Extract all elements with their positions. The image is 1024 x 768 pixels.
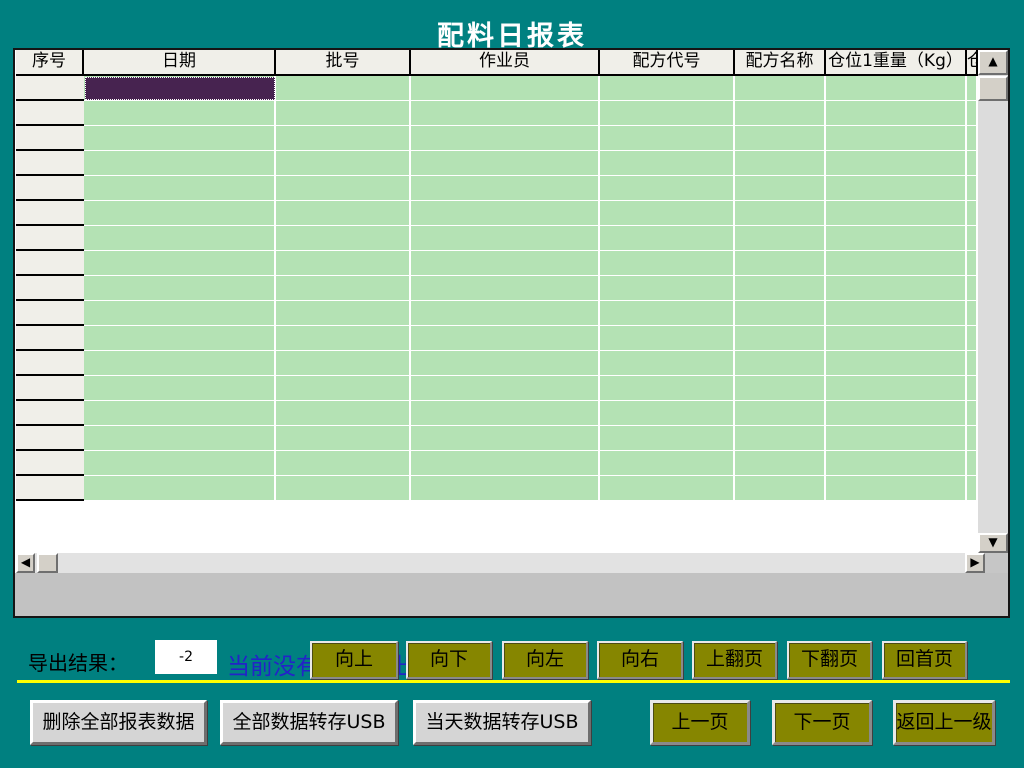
selected-cell[interactable] — [85, 77, 275, 100]
column-header: 序号 — [16, 50, 84, 76]
arrow-left-icon: ◀ — [21, 555, 30, 569]
column-header: 仓位1重量（Kg） — [826, 50, 967, 76]
table-footer-strip — [15, 573, 1008, 616]
export-result-label: 导出结果： — [28, 647, 128, 676]
column-header: 配方名称 — [735, 50, 826, 76]
column-header: 批号 — [276, 50, 411, 76]
scroll-down-button[interactable]: ▼ — [978, 533, 1008, 553]
arrow-right-icon: ▶ — [970, 555, 979, 569]
column-header: 配方代号 — [600, 50, 735, 76]
export-all-usb-button[interactable]: 全部数据转存USB — [220, 700, 398, 745]
page-up-button[interactable]: 上翻页 — [692, 641, 777, 679]
scrollbar-corner — [985, 553, 1008, 573]
horizontal-scrollbar[interactable]: ◀ ▶ — [16, 553, 985, 573]
column-header: 作业员 — [411, 50, 600, 76]
column-header: 仓 — [967, 50, 978, 76]
vertical-scrollbar[interactable]: ▲ ▼ — [978, 50, 1008, 553]
arrow-down-icon: ▼ — [988, 535, 997, 549]
move-up-button[interactable]: 向上 — [310, 641, 398, 679]
export-result-value: -2 — [155, 640, 217, 674]
move-right-button[interactable]: 向右 — [597, 641, 683, 679]
yellow-divider — [17, 680, 1010, 683]
prev-page-button[interactable]: 上一页 — [650, 700, 750, 745]
move-left-button[interactable]: 向左 — [502, 641, 588, 679]
delete-all-reports-button[interactable]: 删除全部报表数据 — [30, 700, 207, 745]
scroll-left-button[interactable]: ◀ — [16, 553, 35, 573]
index-column[interactable] — [16, 76, 86, 501]
back-button[interactable]: 返回上一级 — [893, 700, 995, 745]
table-body[interactable] — [84, 76, 978, 501]
vertical-scrollbar-thumb[interactable] — [978, 76, 1008, 101]
column-header: 日期 — [84, 50, 276, 76]
report-table: 序号日期批号作业员配方代号配方名称仓位1重量（Kg）仓 ▲ ▼ ◀ ▶ — [13, 48, 1010, 618]
arrow-up-icon: ▲ — [988, 54, 997, 68]
page-down-button[interactable]: 下翻页 — [787, 641, 872, 679]
scroll-up-button[interactable]: ▲ — [978, 50, 1008, 75]
move-down-button[interactable]: 向下 — [406, 641, 492, 679]
scroll-right-button[interactable]: ▶ — [965, 553, 985, 573]
export-today-usb-button[interactable]: 当天数据转存USB — [413, 700, 591, 745]
horizontal-scrollbar-thumb[interactable] — [37, 553, 58, 573]
next-page-button[interactable]: 下一页 — [772, 700, 872, 745]
first-page-button[interactable]: 回首页 — [882, 641, 967, 679]
